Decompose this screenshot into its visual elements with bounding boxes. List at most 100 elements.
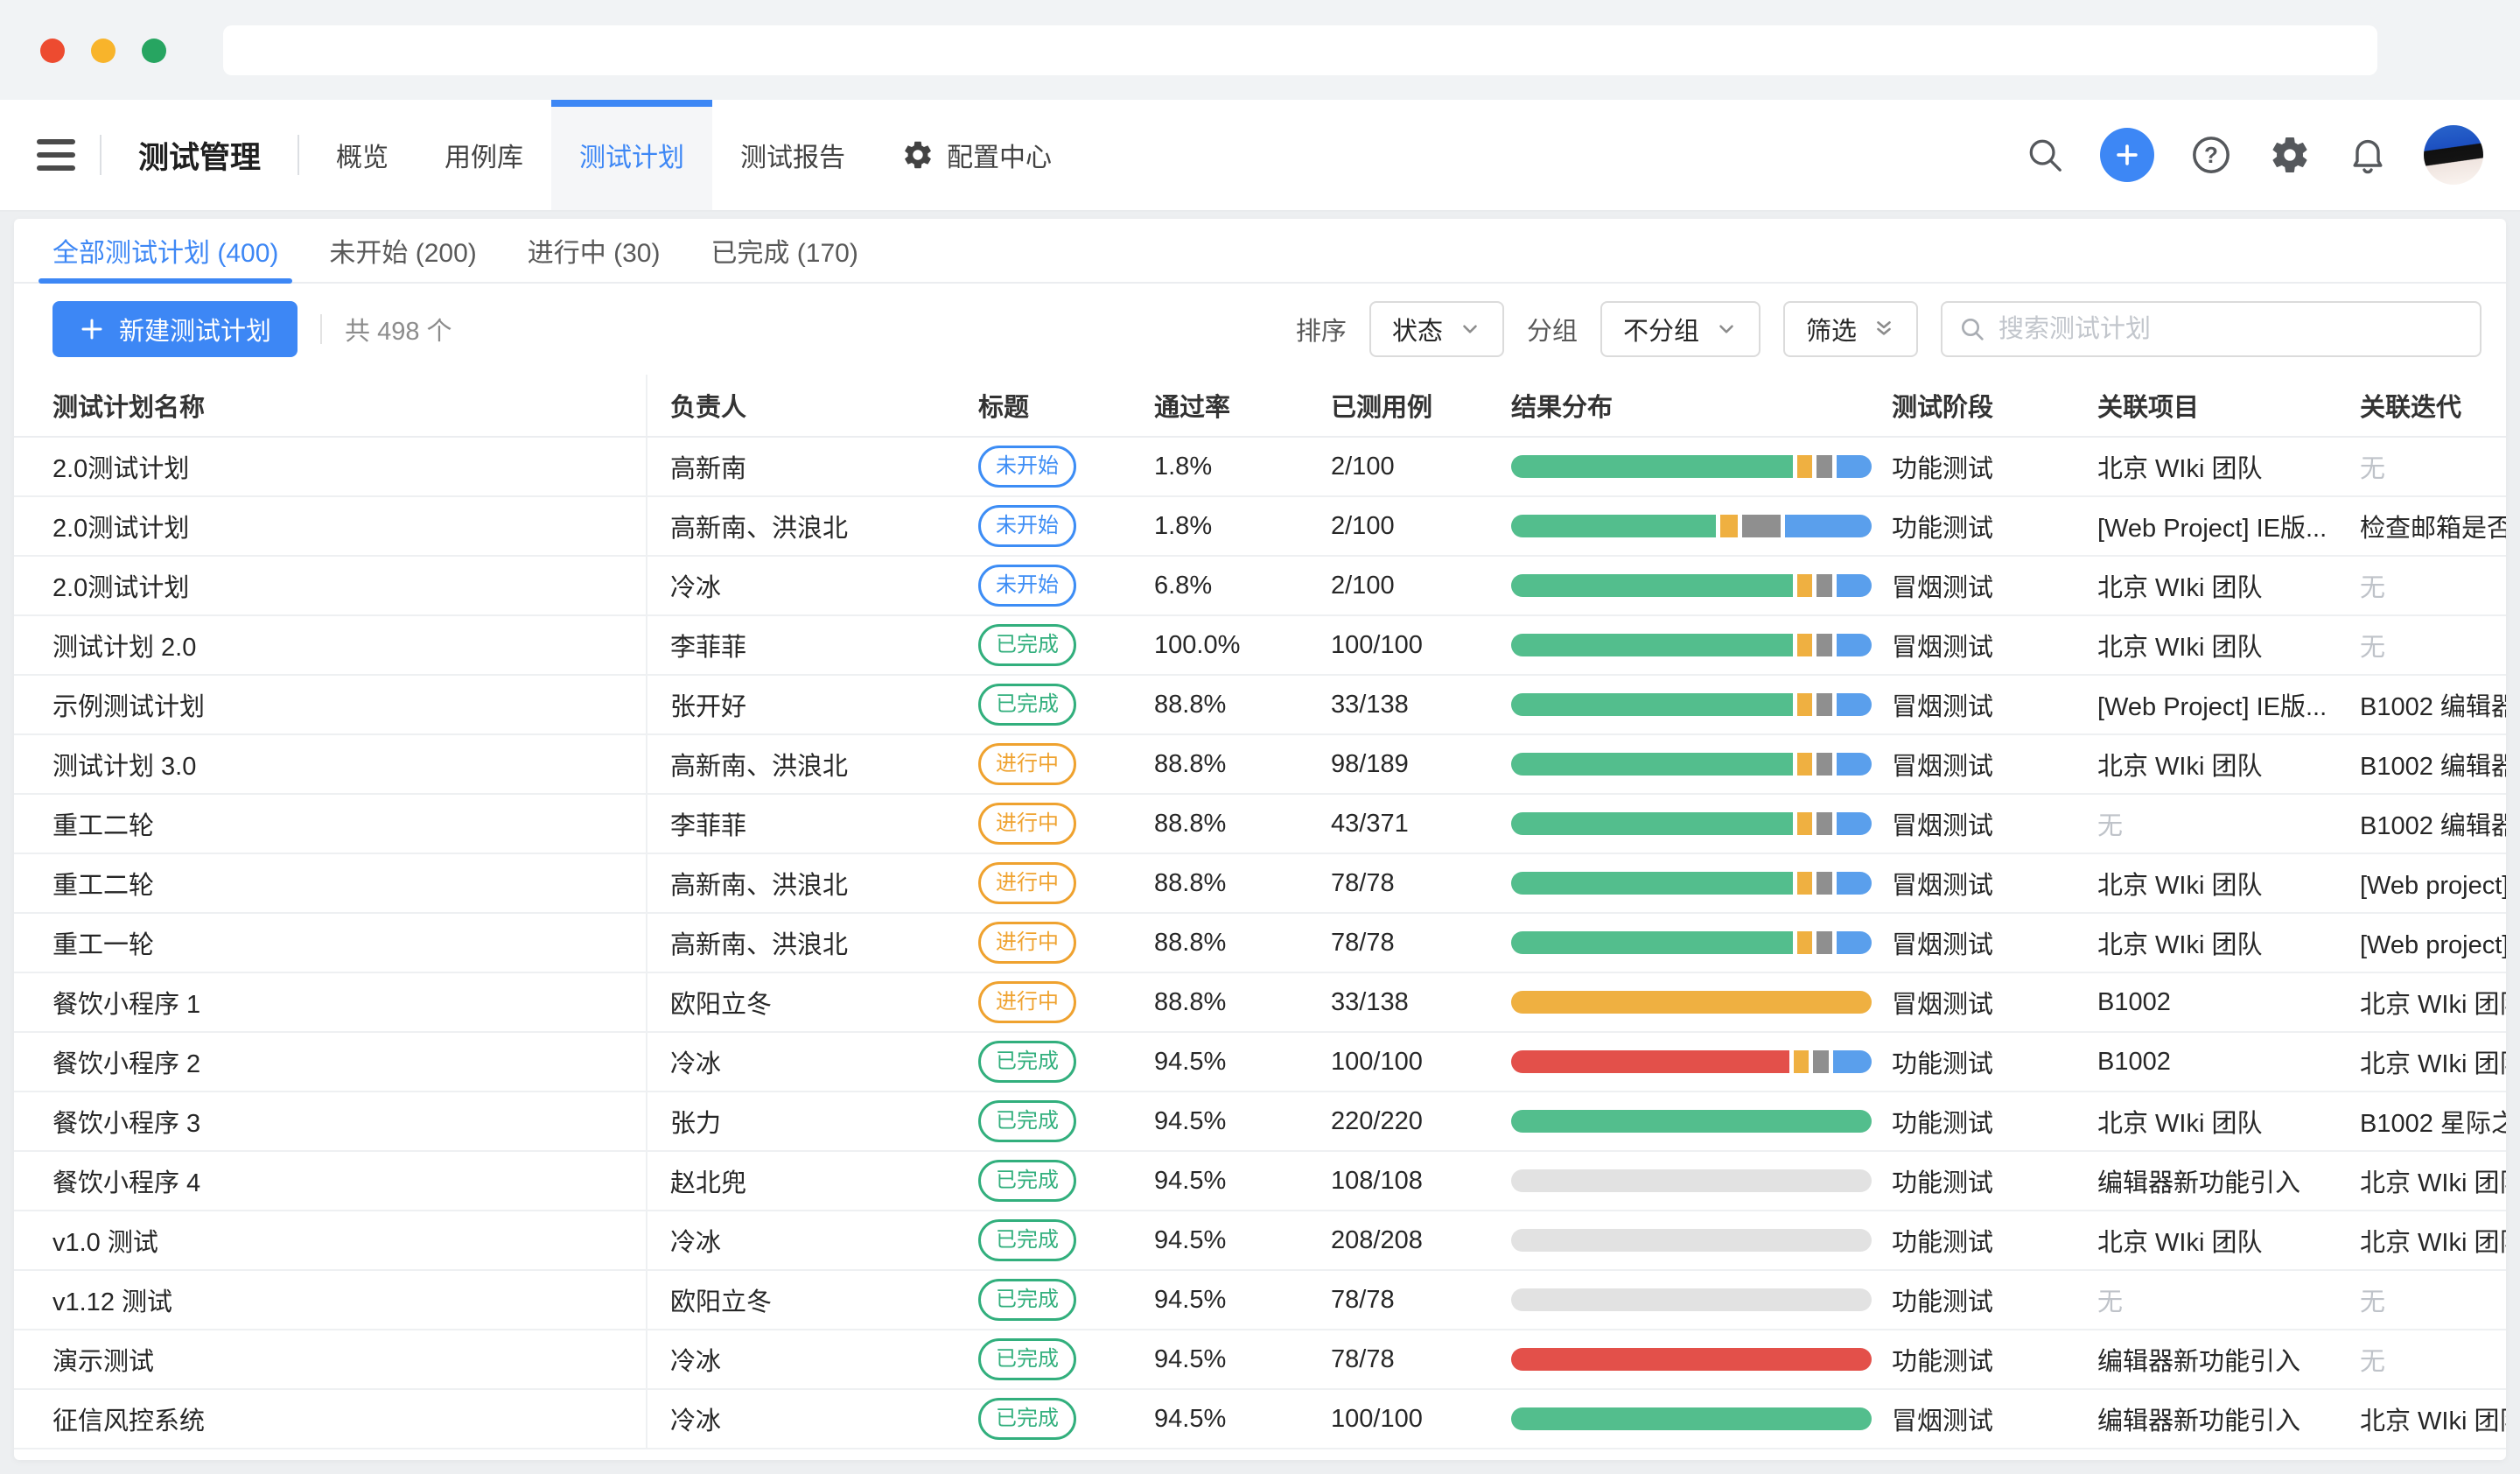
table-row[interactable]: 餐饮小程序 4赵北兜已完成94.5%108/108功能测试编辑器新功能引入北京 …	[14, 1152, 2506, 1211]
address-bar[interactable]	[223, 25, 2377, 75]
owner-cell: 高新南	[648, 438, 962, 495]
status-badge: 进行中	[978, 803, 1076, 845]
table-row[interactable]: 重工二轮高新南、洪浪北进行中88.8%78/78冒烟测试北京 WIki 团队[W…	[14, 854, 2506, 914]
segment-empty	[1511, 1288, 1872, 1311]
status-badge: 未开始	[978, 505, 1076, 547]
test-phase-cell: 功能测试	[1872, 1033, 2082, 1091]
column-header-result-distribution: 结果分布	[1488, 375, 1872, 436]
new-test-plan-button[interactable]: 新建测试计划	[52, 301, 298, 357]
tested-cases-cell: 43/371	[1312, 795, 1488, 853]
result-distribution-bar	[1511, 1110, 1872, 1133]
pass-rate-cell: 88.8%	[1138, 973, 1312, 1031]
status-cell: 进行中	[962, 914, 1138, 972]
status-badge: 已完成	[978, 1338, 1076, 1380]
status-badge: 已完成	[978, 1279, 1076, 1321]
filter-button[interactable]: 筛选	[1783, 301, 1918, 357]
table-row[interactable]: 2.0测试计划冷冰未开始6.8%2/100冒烟测试北京 WIki 团队无	[14, 557, 2506, 616]
related-project-cell: 无	[2082, 795, 2345, 853]
segment-blue	[1837, 931, 1872, 954]
table-row[interactable]: 征信风控系统冷冰已完成94.5%100/100冒烟测试编辑器新功能引入北京 WI…	[14, 1390, 2506, 1449]
segment-green	[1511, 1110, 1872, 1133]
segment-green	[1511, 872, 1793, 895]
result-distribution-bar	[1511, 1229, 1872, 1252]
help-icon[interactable]: ?	[2189, 133, 2233, 177]
owner-cell: 高新南、洪浪北	[648, 497, 962, 555]
result-distribution-cell	[1488, 1152, 1872, 1210]
owner-cell: 高新南、洪浪北	[648, 735, 962, 793]
table-row[interactable]: 示例测试计划张开好已完成88.8%33/138冒烟测试[Web Project]…	[14, 676, 2506, 735]
related-iteration-cell: 北京 WIki 团队	[2345, 1211, 2506, 1269]
nav-item-test-plan[interactable]: 测试计划	[551, 100, 712, 210]
nav-item-test-report[interactable]: 测试报告	[712, 100, 873, 210]
segment-orange	[1797, 931, 1813, 954]
window-close-button[interactable]	[40, 39, 65, 63]
status-badge: 已完成	[978, 1041, 1076, 1083]
search-icon[interactable]	[2025, 135, 2065, 175]
related-iteration-cell: 北京 WIki 团队	[2345, 1152, 2506, 1210]
result-distribution-cell	[1488, 497, 1872, 555]
tab-in-progress[interactable]: 进行中 (30)	[528, 219, 661, 282]
related-project-cell: 北京 WIki 团队	[2082, 557, 2345, 614]
table-row[interactable]: v1.12 测试欧阳立冬已完成94.5%78/78功能测试无无	[14, 1271, 2506, 1330]
nav-item-config-center[interactable]: 配置中心	[873, 100, 1080, 210]
pass-rate-cell: 1.8%	[1138, 438, 1312, 495]
table-row[interactable]: 餐饮小程序 3张力已完成94.5%220/220功能测试北京 WIki 团队B1…	[14, 1092, 2506, 1152]
search-input[interactable]	[1998, 315, 2464, 344]
table-row[interactable]: 重工一轮高新南、洪浪北进行中88.8%78/78冒烟测试北京 WIki 团队[W…	[14, 914, 2506, 973]
table-row[interactable]: 重工二轮李菲菲进行中88.8%43/371冒烟测试无B1002 编辑器新功能	[14, 795, 2506, 854]
column-header-related-iteration: 关联迭代	[2345, 375, 2506, 436]
app-title: 测试管理	[138, 133, 261, 178]
tested-cases-cell: 100/100	[1312, 1390, 1488, 1448]
menu-icon[interactable]	[37, 139, 75, 171]
test-phase-cell: 功能测试	[1872, 497, 2082, 555]
pass-rate-cell: 88.8%	[1138, 854, 1312, 912]
table-row[interactable]: 2.0测试计划高新南、洪浪北未开始1.8%2/100功能测试[Web Proje…	[14, 497, 2506, 557]
status-badge: 已完成	[978, 1398, 1076, 1440]
status-cell: 已完成	[962, 1330, 1138, 1388]
test-phase-cell: 冒烟测试	[1872, 616, 2082, 674]
pass-rate-cell: 88.8%	[1138, 676, 1312, 733]
table-row[interactable]: 餐饮小程序 1欧阳立冬进行中88.8%33/138冒烟测试B1002北京 WIk…	[14, 973, 2506, 1033]
pass-rate-cell: 94.5%	[1138, 1092, 1312, 1150]
nav-item-overview[interactable]: 概览	[308, 100, 416, 210]
result-distribution-cell	[1488, 1092, 1872, 1150]
status-badge: 进行中	[978, 743, 1076, 785]
result-distribution-bar	[1511, 991, 1872, 1014]
sort-select[interactable]: 状态	[1369, 301, 1504, 357]
related-project-cell: 北京 WIki 团队	[2082, 1211, 2345, 1269]
table-row[interactable]: 餐饮小程序 2冷冰已完成94.5%100/100功能测试B1002北京 WIki…	[14, 1033, 2506, 1092]
window-zoom-button[interactable]	[142, 39, 166, 63]
settings-gear-icon[interactable]	[2268, 133, 2312, 177]
search-box	[1941, 301, 2482, 357]
plan-name-cell: 演示测试	[14, 1330, 648, 1388]
nav-item-case-library[interactable]: 用例库	[416, 100, 551, 210]
plan-name-cell: v1.12 测试	[14, 1271, 648, 1329]
group-select[interactable]: 不分组	[1600, 301, 1760, 357]
table-row[interactable]: 测试计划 2.0李菲菲已完成100.0%100/100冒烟测试北京 WIki 团…	[14, 616, 2506, 676]
status-badge: 进行中	[978, 922, 1076, 964]
pass-rate-cell: 94.5%	[1138, 1271, 1312, 1329]
related-iteration-cell: 无	[2345, 438, 2506, 495]
create-new-button[interactable]	[2100, 128, 2154, 182]
related-project-cell: 北京 WIki 团队	[2082, 616, 2345, 674]
table-row[interactable]: 测试计划 3.0高新南、洪浪北进行中88.8%98/189冒烟测试北京 WIki…	[14, 735, 2506, 795]
tab-all-plans[interactable]: 全部测试计划 (400)	[52, 219, 278, 282]
pass-rate-cell: 88.8%	[1138, 795, 1312, 853]
window-minimize-button[interactable]	[91, 39, 116, 63]
table-row[interactable]: 2.0测试计划高新南未开始1.8%2/100功能测试北京 WIki 团队无	[14, 438, 2506, 497]
status-badge: 已完成	[978, 684, 1076, 726]
plan-name-cell: 测试计划 2.0	[14, 616, 648, 674]
user-avatar[interactable]	[2424, 125, 2483, 185]
table-row[interactable]: v1.0 测试冷冰已完成94.5%208/208功能测试北京 WIki 团队北京…	[14, 1211, 2506, 1271]
tab-completed[interactable]: 已完成 (170)	[710, 219, 858, 282]
tab-not-started[interactable]: 未开始 (200)	[329, 219, 476, 282]
status-badge: 未开始	[978, 565, 1076, 607]
notifications-bell-icon[interactable]	[2347, 134, 2389, 176]
segment-gray	[1816, 455, 1832, 478]
result-distribution-cell	[1488, 1271, 1872, 1329]
browser-chrome	[0, 0, 2520, 100]
table-row[interactable]: 演示测试冷冰已完成94.5%78/78功能测试编辑器新功能引入无	[14, 1330, 2506, 1390]
pass-rate-cell: 94.5%	[1138, 1390, 1312, 1448]
status-tabs: 全部测试计划 (400) 未开始 (200) 进行中 (30) 已完成 (170…	[14, 219, 2506, 284]
table-body: 2.0测试计划高新南未开始1.8%2/100功能测试北京 WIki 团队无2.0…	[14, 438, 2506, 1449]
